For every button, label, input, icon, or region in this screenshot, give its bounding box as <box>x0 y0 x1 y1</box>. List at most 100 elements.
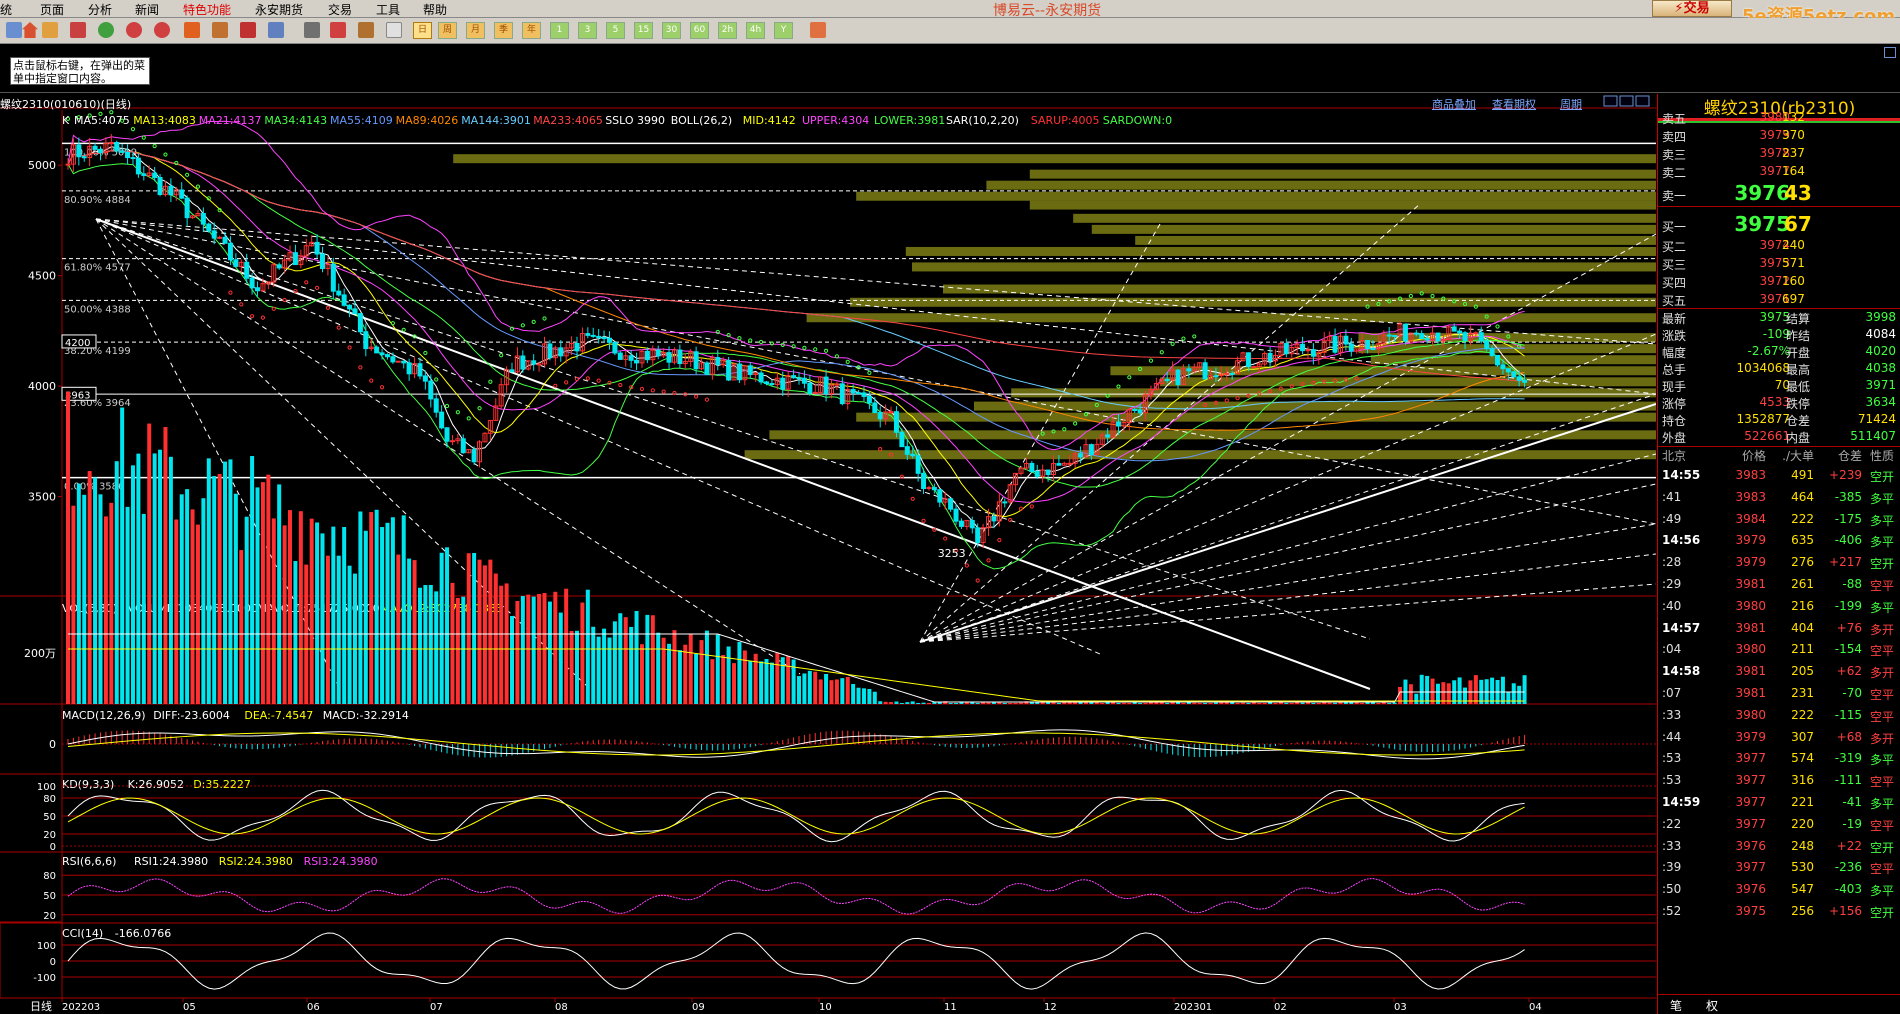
ask-row[interactable]: 卖一 3976 43 <box>1658 181 1900 205</box>
pen-icon[interactable] <box>184 22 200 38</box>
news-icon[interactable] <box>70 22 86 38</box>
tick-row: :04 3980 211 -154 空平 <box>1658 642 1900 663</box>
refresh-icon[interactable] <box>98 22 114 38</box>
menu-system[interactable]: 统 <box>0 1 12 18</box>
stat-value: -2.67% <box>1747 344 1790 358</box>
menu-features[interactable]: 特色功能 <box>183 1 231 18</box>
volume-bar <box>271 518 276 704</box>
menu-analysis[interactable]: 分析 <box>88 1 112 18</box>
candle-body <box>904 446 910 455</box>
settings-icon[interactable] <box>212 22 228 38</box>
volume-profile-bar <box>1160 377 1656 387</box>
candle-body <box>255 287 261 292</box>
tick-time: :40 <box>1662 598 1682 613</box>
chart-area[interactable]: 100.00% 5099 80.90% 4884 61.80% 4577 50.00%… <box>0 94 1656 1014</box>
candle-body <box>1511 371 1517 378</box>
low-marker-label: 3253 <box>938 547 966 560</box>
period-1m[interactable]: 1 <box>550 22 569 39</box>
link-options[interactable]: 查看期权 <box>1492 96 1536 112</box>
volume-bar <box>824 674 829 704</box>
chart-window-button[interactable] <box>1635 95 1650 107</box>
volume-bar <box>1360 702 1365 704</box>
home-icon[interactable] <box>22 22 38 38</box>
folder-icon[interactable] <box>42 22 58 38</box>
fib-label: 50.00% 4388 <box>64 304 131 315</box>
period-5m[interactable]: 5 <box>606 22 625 39</box>
kline-icon[interactable] <box>386 22 402 38</box>
tick-price: 3977 <box>1735 751 1766 766</box>
candle-body <box>395 360 401 363</box>
period-4h[interactable]: 4h <box>746 22 765 39</box>
bid-row[interactable]: 买二 3974 240 <box>1658 238 1900 258</box>
ask-price: 3979 <box>1759 128 1790 142</box>
period-60m[interactable]: 60 <box>690 22 709 39</box>
bid-volume: 697 <box>1782 292 1805 306</box>
zoom-in-icon[interactable] <box>126 22 142 38</box>
menu-tools[interactable]: 工具 <box>376 1 400 18</box>
maximize-icon[interactable] <box>1884 47 1896 58</box>
quote-panel: 螺纹2310(rb2310) 卖五 3980 132 卖四 3979 370 卖三 3978 2… <box>1657 94 1900 1014</box>
back-icon[interactable] <box>6 22 22 38</box>
volume-bar <box>1002 703 1007 704</box>
bid-row[interactable]: 买四 3972 160 <box>1658 274 1900 294</box>
volume-bar <box>488 559 493 704</box>
table-icon[interactable] <box>304 22 320 38</box>
candle-body <box>899 431 905 448</box>
link-period[interactable]: 周期 <box>1560 96 1582 112</box>
zoom-out-icon[interactable] <box>154 22 170 38</box>
volume-bar <box>293 561 298 704</box>
calculator-icon[interactable] <box>810 22 826 38</box>
tab-0[interactable]: 笔 <box>1670 997 1682 1014</box>
tick-chart-icon[interactable] <box>358 22 374 38</box>
menu-news[interactable]: 新闻 <box>135 1 159 18</box>
candle-body <box>1045 469 1051 476</box>
menu-trade[interactable]: 交易 <box>328 1 352 18</box>
ask-row[interactable]: 卖四 3979 370 <box>1658 128 1900 148</box>
bid-row[interactable]: 买五 3971 697 <box>1658 292 1900 312</box>
chart-canvas[interactable]: 100.00% 509980.90% 488461.80% 457750.00%… <box>0 94 1656 1014</box>
ask-row[interactable]: 卖五 3980 132 <box>1658 110 1900 130</box>
chart-line-icon[interactable] <box>330 22 346 38</box>
tick-nature: 空平 <box>1870 775 1895 790</box>
stat-value: 3975 <box>1759 310 1790 324</box>
tick-nature: 空平 <box>1870 688 1895 702</box>
stats-icon[interactable] <box>268 22 284 38</box>
tick-volume: 231 <box>1791 686 1814 700</box>
menu-help[interactable]: 帮助 <box>423 1 447 18</box>
volume-profile-bar <box>1073 213 1656 223</box>
tick-change: -175 <box>1834 511 1862 526</box>
tick-time: :53 <box>1662 773 1682 788</box>
candle-body <box>937 489 943 503</box>
bid-row[interactable]: 买三 3973 571 <box>1658 256 1900 276</box>
period-quarter[interactable]: 季 <box>494 22 513 39</box>
menu-page[interactable]: 页面 <box>40 1 64 18</box>
ask-row[interactable]: 卖三 3978 237 <box>1658 146 1900 166</box>
volume-bar <box>867 688 872 704</box>
link-overlay[interactable]: 商品叠加 <box>1432 96 1476 112</box>
volume-profile-bar <box>912 262 1656 272</box>
tick-volume: 221 <box>1791 795 1814 809</box>
candle-body <box>314 241 320 255</box>
chart-window-button[interactable] <box>1603 95 1618 107</box>
period-month[interactable]: 月 <box>466 22 485 39</box>
tab-1[interactable]: 权 <box>1706 997 1718 1014</box>
flag-icon[interactable] <box>240 22 256 38</box>
ask-volume: 132 <box>1782 110 1805 124</box>
candle-body <box>471 449 477 463</box>
period-3m[interactable]: 3 <box>578 22 597 39</box>
bid-row[interactable]: 买一 3975 67 <box>1658 212 1900 236</box>
period-week[interactable]: 周 <box>438 22 457 39</box>
menu-yongan[interactable]: 永安期货 <box>255 1 303 18</box>
trade-button[interactable]: ⚡交易 <box>1652 0 1732 17</box>
volume-bar <box>699 640 704 704</box>
period-30m[interactable]: 30 <box>662 22 681 39</box>
period-year[interactable]: 年 <box>522 22 541 39</box>
period-15m[interactable]: 15 <box>634 22 653 39</box>
chart-window-button[interactable] <box>1619 95 1634 107</box>
period-custom[interactable]: Y <box>774 22 793 39</box>
period-day-icon[interactable]: 日 <box>413 22 432 39</box>
bid-volume: 571 <box>1782 256 1805 270</box>
candle-body <box>1164 378 1170 381</box>
volume-bar <box>342 526 347 704</box>
period-2h[interactable]: 2h <box>718 22 737 39</box>
